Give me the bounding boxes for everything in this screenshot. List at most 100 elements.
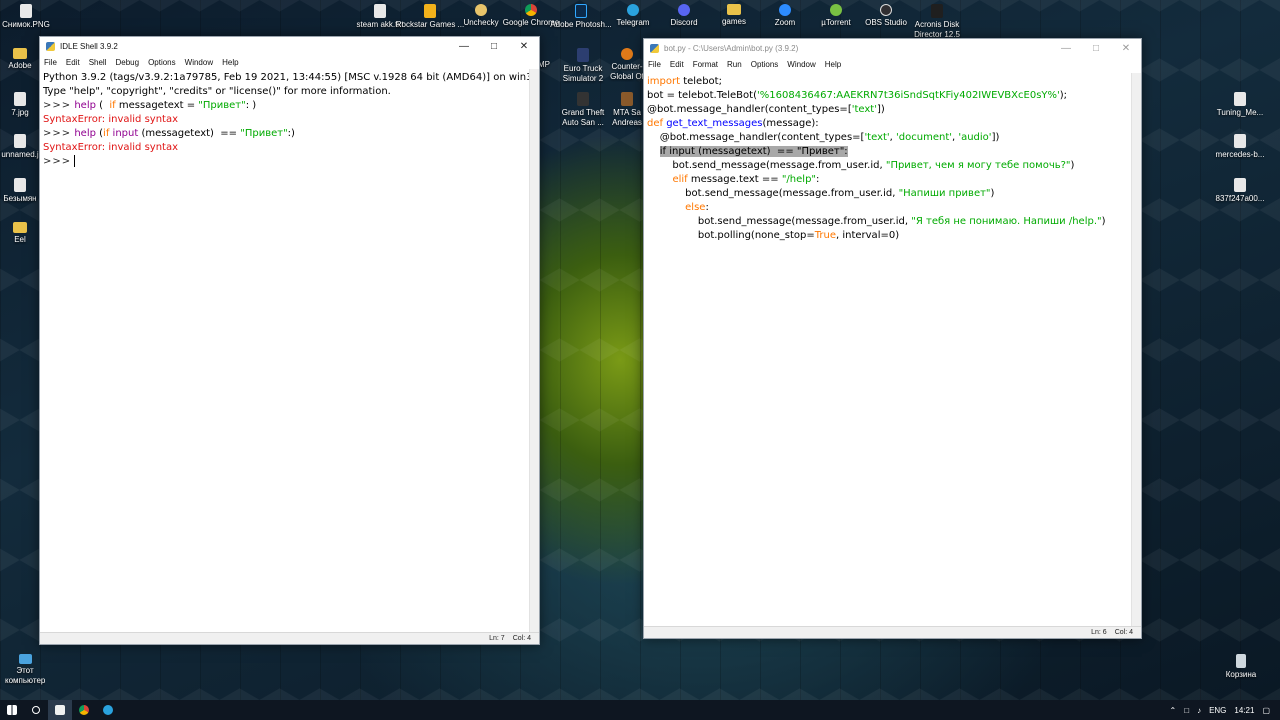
menu-options[interactable]: Options [148,58,176,67]
editor-titlebar[interactable]: bot.py - C:\Users\Admin\bot.py (3.9.2) —… [644,39,1141,57]
image-file-icon [1234,92,1246,106]
unchecky-icon [475,4,487,16]
shell-title: IDLE Shell 3.9.2 [60,41,118,51]
search-icon [32,706,40,714]
code-line-6-selected: if input (messagetext) == "Привет": [647,145,1131,159]
taskbar: ⌃ □ ♪ ENG 14:21 ▢ [0,700,1280,720]
discord-icon [678,4,690,16]
maximize-button[interactable]: □ [1081,43,1111,54]
menu-help[interactable]: Help [825,60,841,69]
acronis-icon [931,4,943,18]
code-line-1: import telebot; [647,76,722,87]
text-selection: if input (messagetext) == "Привет": [659,146,848,157]
maximize-button[interactable]: □ [479,41,509,52]
windows-icon [7,705,17,715]
code-line-5: @bot.message_handler(content_types=['tex… [647,132,1000,143]
start-button[interactable] [0,700,24,720]
editor-menubar: File Edit Format Run Options Window Help [644,57,1141,71]
desktop-icon-tuning[interactable]: Tuning_Me... [1205,92,1275,118]
menu-edit[interactable]: Edit [66,58,80,67]
image-file-icon [1234,134,1246,148]
menu-edit[interactable]: Edit [670,60,684,69]
editor-scrollbar[interactable] [1131,73,1141,626]
taskbar-idle[interactable] [48,700,72,720]
menu-file[interactable]: File [44,58,57,67]
search-button[interactable] [24,700,48,720]
shell-menubar: File Edit Shell Debug Options Window Hel… [40,55,539,69]
desktop-icon-euro-truck[interactable]: Euro Truck Simulator 2 [555,48,611,84]
shell-output[interactable]: Python 3.9.2 (tags/v3.9.2:1a79785, Feb 1… [43,71,539,169]
status-column: Col: 4 [512,635,531,642]
computer-icon [18,654,32,664]
gta-icon [577,92,589,106]
image-file-icon [14,134,26,148]
code-line-9: bot.send_message(message.from_user.id, "… [647,188,995,199]
code-line-12: bot.polling(none_stop=True, interval=0) [647,230,900,241]
desktop-icon-recycle-bin[interactable]: Корзина [1206,654,1276,680]
shell-command-2: >>> help (if input (messagetext) == "При… [43,128,295,139]
menu-debug[interactable]: Debug [115,58,139,67]
python-icon [46,41,55,51]
menu-format[interactable]: Format [693,60,718,69]
shell-prompt: >>> [43,100,72,111]
folder-icon [727,4,741,15]
minimize-button[interactable]: — [1051,43,1081,54]
volume-icon[interactable]: ♪ [1197,706,1201,715]
menu-help[interactable]: Help [222,58,238,67]
menu-run[interactable]: Run [727,60,742,69]
menu-window[interactable]: Window [787,60,815,69]
code-line-10: else: [685,202,709,213]
shell-titlebar[interactable]: IDLE Shell 3.9.2 — □ ✕ [40,37,539,55]
language-indicator[interactable]: ENG [1209,706,1226,715]
minimize-button[interactable]: — [449,41,479,52]
desktop-icon-acronis[interactable]: Acronis Disk Director 12.5 [901,4,973,40]
idle-shell-window[interactable]: IDLE Shell 3.9.2 — □ ✕ File Edit Shell D… [39,36,540,645]
chrome-icon [79,705,89,715]
code-line-4: def get_text_messages(message): [647,118,819,129]
status-line: Ln: 7 [489,635,505,642]
shell-prompt: >>> [43,128,72,139]
text-file-icon [374,4,386,18]
image-file-icon [14,178,26,192]
code-line-11: bot.send_message(message.from_user.id, "… [647,216,1106,227]
desktop-icon-this-pc[interactable]: Этот компьютер [0,654,60,686]
shell-error-1: SyntaxError: invalid syntax [43,114,179,125]
menu-options[interactable]: Options [751,60,779,69]
image-file-icon [20,4,32,18]
status-line: Ln: 6 [1091,629,1107,636]
desktop-icon-gta-sa[interactable]: Grand Theft Auto San ... [555,92,611,128]
taskbar-chrome[interactable] [72,700,96,720]
desktop-icon-screenshot[interactable]: Снимок.PNG [0,4,61,30]
shell-command-current[interactable]: >>> [43,155,529,169]
telegram-icon [627,4,639,16]
system-tray: ⌃ □ ♪ ENG 14:21 ▢ [1170,706,1280,715]
menu-shell[interactable]: Shell [89,58,107,67]
obs-icon [880,4,892,16]
desktop-icon-mercedes[interactable]: mercedes-b... [1205,134,1275,160]
editor-text[interactable]: import telebot; bot = telebot.TeleBot('%… [647,75,1131,243]
banner-line-1: Python 3.9.2 (tags/v3.9.2:1a79785, Feb 1… [43,72,539,83]
image-file-icon [14,92,26,106]
utorrent-icon [830,4,842,16]
close-button[interactable]: ✕ [509,41,539,52]
menu-window[interactable]: Window [185,58,213,67]
chevron-up-icon[interactable]: ⌃ [1170,706,1177,715]
desktop-icon-837f[interactable]: 837f247a00... [1205,178,1275,204]
code-line-7: bot.send_message(message.from_user.id, "… [647,160,1075,171]
network-icon[interactable]: □ [1184,706,1189,715]
close-button[interactable]: ✕ [1111,43,1141,54]
desktop-icon-mta[interactable]: MTA Sa Andreas [607,92,647,128]
desktop-icon-counter-strike[interactable]: Counter- Global Of [607,48,647,82]
image-file-icon [1234,178,1246,192]
recycle-bin-icon [1236,654,1246,668]
shell-scrollbar[interactable] [529,69,539,632]
zoom-icon [779,4,791,16]
editor-statusbar: Ln: 6 Col: 4 [644,626,1141,638]
taskbar-telegram[interactable] [96,700,120,720]
editor-window[interactable]: bot.py - C:\Users\Admin\bot.py (3.9.2) —… [643,38,1142,639]
clock[interactable]: 14:21 [1234,706,1254,715]
folder-icon [13,48,27,59]
menu-file[interactable]: File [648,60,661,69]
notification-icon[interactable]: ▢ [1262,706,1270,715]
euro-truck-icon [577,48,589,62]
